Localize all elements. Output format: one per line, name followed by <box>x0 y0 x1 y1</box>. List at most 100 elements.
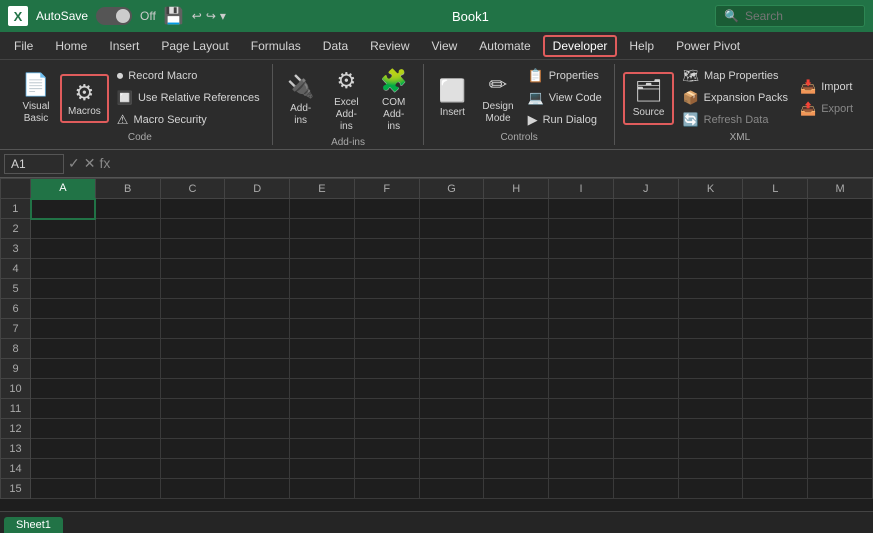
cell-G11[interactable] <box>419 399 484 419</box>
cell-F15[interactable] <box>354 479 419 499</box>
cell-D5[interactable] <box>225 279 290 299</box>
cell-K7[interactable] <box>678 319 743 339</box>
cell-F5[interactable] <box>354 279 419 299</box>
cell-A10[interactable] <box>31 379 96 399</box>
cell-D6[interactable] <box>225 299 290 319</box>
cell-D7[interactable] <box>225 319 290 339</box>
autosave-toggle[interactable] <box>96 7 132 25</box>
row-header-14[interactable]: 14 <box>1 459 31 479</box>
cell-J5[interactable] <box>613 279 678 299</box>
cell-C15[interactable] <box>160 479 225 499</box>
cell-G14[interactable] <box>419 459 484 479</box>
cell-A1[interactable] <box>31 199 96 219</box>
cell-I15[interactable] <box>549 479 614 499</box>
cell-M2[interactable] <box>808 219 873 239</box>
cell-J11[interactable] <box>613 399 678 419</box>
cell-C3[interactable] <box>160 239 225 259</box>
col-header-J[interactable]: J <box>613 179 678 199</box>
cell-I11[interactable] <box>549 399 614 419</box>
visual-basic-button[interactable]: 📄 VisualBasic <box>16 68 56 129</box>
menu-insert[interactable]: Insert <box>99 35 149 57</box>
col-header-C[interactable]: C <box>160 179 225 199</box>
cell-B2[interactable] <box>95 219 160 239</box>
cell-K1[interactable] <box>678 199 743 219</box>
cell-I9[interactable] <box>549 359 614 379</box>
cell-D10[interactable] <box>225 379 290 399</box>
cell-M9[interactable] <box>808 359 873 379</box>
cell-I1[interactable] <box>549 199 614 219</box>
cell-A11[interactable] <box>31 399 96 419</box>
cell-I7[interactable] <box>549 319 614 339</box>
cell-F4[interactable] <box>354 259 419 279</box>
cell-B15[interactable] <box>95 479 160 499</box>
cell-K5[interactable] <box>678 279 743 299</box>
cell-A2[interactable] <box>31 219 96 239</box>
cell-A8[interactable] <box>31 339 96 359</box>
cell-G6[interactable] <box>419 299 484 319</box>
cell-K3[interactable] <box>678 239 743 259</box>
cell-C11[interactable] <box>160 399 225 419</box>
cell-H15[interactable] <box>484 479 549 499</box>
menu-power-pivot[interactable]: Power Pivot <box>666 35 750 57</box>
row-header-8[interactable]: 8 <box>1 339 31 359</box>
cell-M8[interactable] <box>808 339 873 359</box>
cell-K15[interactable] <box>678 479 743 499</box>
cell-F9[interactable] <box>354 359 419 379</box>
cell-H7[interactable] <box>484 319 549 339</box>
checkmark-icon[interactable]: ✓ <box>68 155 80 172</box>
row-header-13[interactable]: 13 <box>1 439 31 459</box>
cell-M12[interactable] <box>808 419 873 439</box>
cell-J13[interactable] <box>613 439 678 459</box>
record-macro-button[interactable]: ⏺ Record Macro <box>113 66 264 86</box>
cell-D14[interactable] <box>225 459 290 479</box>
add-ins-button[interactable]: 🔌 Add-ins <box>281 70 321 131</box>
cell-A13[interactable] <box>31 439 96 459</box>
formula-icons[interactable]: ✓ ✕ fx <box>68 155 110 172</box>
cell-L6[interactable] <box>743 299 808 319</box>
cell-I5[interactable] <box>549 279 614 299</box>
cell-E5[interactable] <box>290 279 355 299</box>
cell-A14[interactable] <box>31 459 96 479</box>
cell-L7[interactable] <box>743 319 808 339</box>
cell-A5[interactable] <box>31 279 96 299</box>
menu-formulas[interactable]: Formulas <box>241 35 311 57</box>
cell-C9[interactable] <box>160 359 225 379</box>
cell-E7[interactable] <box>290 319 355 339</box>
cell-H14[interactable] <box>484 459 549 479</box>
cell-J1[interactable] <box>613 199 678 219</box>
cell-C14[interactable] <box>160 459 225 479</box>
cell-F3[interactable] <box>354 239 419 259</box>
cell-J15[interactable] <box>613 479 678 499</box>
cell-G3[interactable] <box>419 239 484 259</box>
cell-C7[interactable] <box>160 319 225 339</box>
cell-B3[interactable] <box>95 239 160 259</box>
cell-E13[interactable] <box>290 439 355 459</box>
cell-F8[interactable] <box>354 339 419 359</box>
row-header-3[interactable]: 3 <box>1 239 31 259</box>
cancel-formula-icon[interactable]: ✕ <box>84 155 96 172</box>
cell-K8[interactable] <box>678 339 743 359</box>
cell-G4[interactable] <box>419 259 484 279</box>
cell-D12[interactable] <box>225 419 290 439</box>
cell-E11[interactable] <box>290 399 355 419</box>
cell-I12[interactable] <box>549 419 614 439</box>
cell-C2[interactable] <box>160 219 225 239</box>
cell-D1[interactable] <box>225 199 290 219</box>
cell-B10[interactable] <box>95 379 160 399</box>
cell-B6[interactable] <box>95 299 160 319</box>
import-button[interactable]: 📥 Import <box>796 77 857 97</box>
cell-J7[interactable] <box>613 319 678 339</box>
row-header-10[interactable]: 10 <box>1 379 31 399</box>
row-header-15[interactable]: 15 <box>1 479 31 499</box>
cell-H3[interactable] <box>484 239 549 259</box>
cell-F13[interactable] <box>354 439 419 459</box>
cell-E8[interactable] <box>290 339 355 359</box>
cell-G13[interactable] <box>419 439 484 459</box>
cell-J12[interactable] <box>613 419 678 439</box>
cell-K11[interactable] <box>678 399 743 419</box>
cell-H1[interactable] <box>484 199 549 219</box>
map-properties-button[interactable]: 🗺 Map Properties <box>678 66 792 86</box>
cell-H10[interactable] <box>484 379 549 399</box>
col-header-B[interactable]: B <box>95 179 160 199</box>
sheet-tab-1[interactable]: Sheet1 <box>4 517 63 533</box>
